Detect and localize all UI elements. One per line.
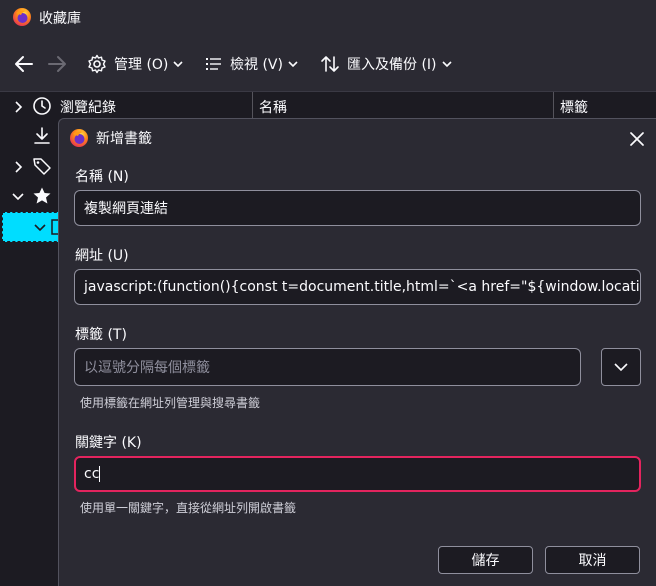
close-icon[interactable] [625,127,649,151]
firefox-logo-icon [13,8,31,26]
name-field-label: 名稱 (N) [75,169,129,185]
library-toolbar: 管理 (O) 檢視 (V) 匯入及備份 (I) [0,34,656,92]
tags-dropdown-button[interactable] [601,348,641,386]
gear-icon [88,54,106,74]
chevron-down-icon [614,363,628,372]
view-menu-button[interactable]: 檢視 (V) [205,52,299,76]
sidebar-item-selected-folder[interactable] [2,212,62,242]
url-field-value: javascript:(function(){const t=document.… [84,279,641,295]
keyword-hint: 使用單一關鍵字，直接從網址列開啟書籤 [80,501,297,515]
title-bar: 收藏庫 [0,0,656,34]
url-field[interactable]: javascript:(function(){const t=document.… [74,269,641,305]
cancel-button[interactable]: 取消 [545,546,640,574]
manage-label: 管理 (O) [114,57,169,73]
cancel-button-label: 取消 [578,553,607,569]
chevron-down-icon [441,61,452,68]
chevron-down-icon[interactable] [11,191,25,203]
window-title: 收藏庫 [39,11,81,27]
sort-arrows-icon [321,56,339,72]
clock-icon [33,97,51,115]
forward-arrow-icon[interactable] [46,53,68,75]
sidebar-item-label: 瀏覽紀錄 [60,100,116,116]
keyword-field-value: cc [84,466,100,482]
keyword-field[interactable]: cc [74,456,641,492]
view-label: 檢視 (V) [230,57,283,73]
firefox-logo-icon [70,129,88,147]
name-field[interactable]: 複製網頁連結 [74,190,641,226]
save-button-label: 儲存 [471,553,500,569]
tags-hint: 使用標籤在網址列管理與搜尋書籤 [80,396,261,410]
url-field-label: 網址 (U) [75,248,129,264]
chevron-right-icon[interactable] [12,160,24,174]
column-header-name-label: 名稱 [259,100,287,116]
column-header-tags-label: 標籤 [560,100,588,116]
import-backup-menu-button[interactable]: 匯入及備份 (I) [320,52,453,76]
tags-field-placeholder: 以逗號分隔每個標籤 [84,360,210,376]
text-cursor [99,466,101,482]
chevron-right-icon[interactable] [12,100,24,114]
download-icon [34,127,50,144]
import-backup-label: 匯入及備份 (I) [347,57,437,73]
name-field-value: 複製網頁連結 [84,201,168,217]
keyword-field-label: 關鍵字 (K) [75,435,142,451]
chevron-down-icon [288,61,298,68]
chevron-down-icon [173,61,183,68]
dialog-title: 新增書籤 [96,131,152,147]
manage-menu-button[interactable]: 管理 (O) [87,52,184,76]
list-icon [206,58,221,70]
back-arrow-icon[interactable] [13,53,35,75]
add-bookmark-dialog: 新增書籤 名稱 (N) 複製網頁連結 網址 (U) javascript:(fu… [58,118,656,586]
chevron-down-icon[interactable] [33,222,47,234]
tags-field-label: 標籤 (T) [75,327,127,343]
save-button[interactable]: 儲存 [438,546,533,574]
tags-field[interactable]: 以逗號分隔每個標籤 [74,348,581,386]
tag-icon [33,158,51,175]
star-icon [33,187,51,204]
